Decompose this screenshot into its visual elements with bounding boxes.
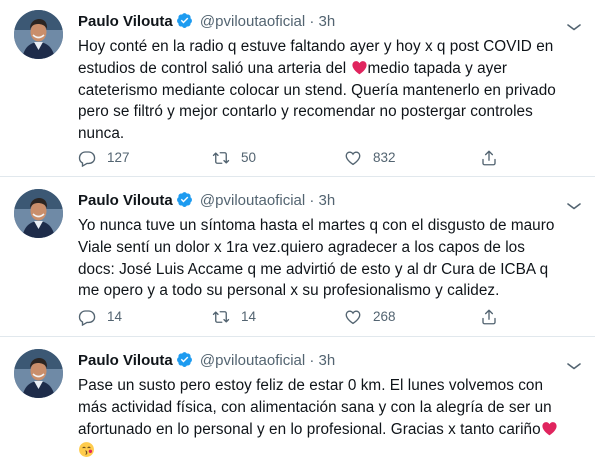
- reply-count: 14: [107, 309, 123, 324]
- avatar[interactable]: [14, 189, 63, 238]
- verified-badge-icon: [176, 12, 193, 29]
- separator-dot: ·: [309, 13, 315, 30]
- separator-dot: ·: [309, 192, 315, 209]
- more-options-chevron-icon[interactable]: [566, 197, 582, 205]
- tweet-time[interactable]: 3h: [319, 13, 336, 30]
- tweet-text-part: Pase un susto pero estoy feliz de estar …: [78, 377, 552, 438]
- more-options-chevron-icon[interactable]: [566, 18, 582, 26]
- verified-badge-icon: [176, 191, 193, 208]
- author-handle[interactable]: @pviloutaoficial: [200, 192, 305, 209]
- tweet-header: Paulo Vilouta @pviloutaoficial · 3h: [78, 191, 335, 211]
- author-handle[interactable]: @pviloutaoficial: [200, 352, 305, 369]
- retweet-icon: [212, 149, 230, 167]
- like-button[interactable]: 832: [344, 148, 396, 168]
- share-icon: [480, 308, 498, 326]
- retweet-button[interactable]: 50: [212, 148, 256, 168]
- tweet[interactable]: Paulo Vilouta @pviloutaoficial · 3h Hoy …: [0, 10, 595, 162]
- reply-button[interactable]: 14: [78, 307, 122, 327]
- share-icon: [480, 149, 498, 167]
- kissing-face-emoji-icon: [78, 441, 95, 458]
- avatar[interactable]: [14, 349, 63, 398]
- reply-icon: [78, 149, 96, 167]
- more-options-chevron-icon[interactable]: [566, 357, 582, 365]
- like-icon: [344, 149, 362, 167]
- reply-button[interactable]: 127: [78, 148, 130, 168]
- tweet-text: Pase un susto pero estoy feliz de estar …: [78, 375, 558, 462]
- author-name[interactable]: Paulo Vilouta: [78, 192, 173, 209]
- retweet-count: 50: [241, 150, 257, 165]
- tweet-actions: 127 50 832: [78, 148, 558, 168]
- share-button[interactable]: [480, 148, 509, 168]
- tweet-time[interactable]: 3h: [319, 352, 336, 369]
- avatar[interactable]: [14, 10, 63, 59]
- author-handle[interactable]: @pviloutaoficial: [200, 13, 305, 30]
- red-heart-emoji-icon: [541, 420, 558, 437]
- red-heart-emoji-icon: [351, 59, 368, 76]
- tweet[interactable]: Paulo Vilouta @pviloutaoficial · 3h Pase…: [0, 349, 595, 449]
- like-count: 832: [373, 150, 396, 165]
- tweet-header: Paulo Vilouta @pviloutaoficial · 3h: [78, 12, 335, 32]
- share-button[interactable]: [480, 307, 509, 327]
- retweet-count: 14: [241, 309, 257, 324]
- tweet-text: Yo nunca tuve un síntoma hasta el martes…: [78, 217, 555, 300]
- divider: [0, 176, 595, 177]
- tweet-header: Paulo Vilouta @pviloutaoficial · 3h: [78, 351, 335, 371]
- tweet-text: Hoy conté en la radio q estuve faltando …: [78, 36, 558, 145]
- verified-badge-icon: [176, 351, 193, 368]
- tweet-actions: 14 14 268: [78, 307, 558, 327]
- author-name[interactable]: Paulo Vilouta: [78, 352, 173, 369]
- separator-dot: ·: [309, 352, 315, 369]
- like-button[interactable]: 268: [344, 307, 396, 327]
- retweet-icon: [212, 308, 230, 326]
- reply-count: 127: [107, 150, 130, 165]
- like-icon: [344, 308, 362, 326]
- like-count: 268: [373, 309, 396, 324]
- reply-icon: [78, 308, 96, 326]
- author-name[interactable]: Paulo Vilouta: [78, 13, 173, 30]
- tweet-time[interactable]: 3h: [319, 192, 336, 209]
- tweet[interactable]: Paulo Vilouta @pviloutaoficial · 3h Yo n…: [0, 189, 595, 329]
- retweet-button[interactable]: 14: [212, 307, 256, 327]
- divider: [0, 336, 595, 337]
